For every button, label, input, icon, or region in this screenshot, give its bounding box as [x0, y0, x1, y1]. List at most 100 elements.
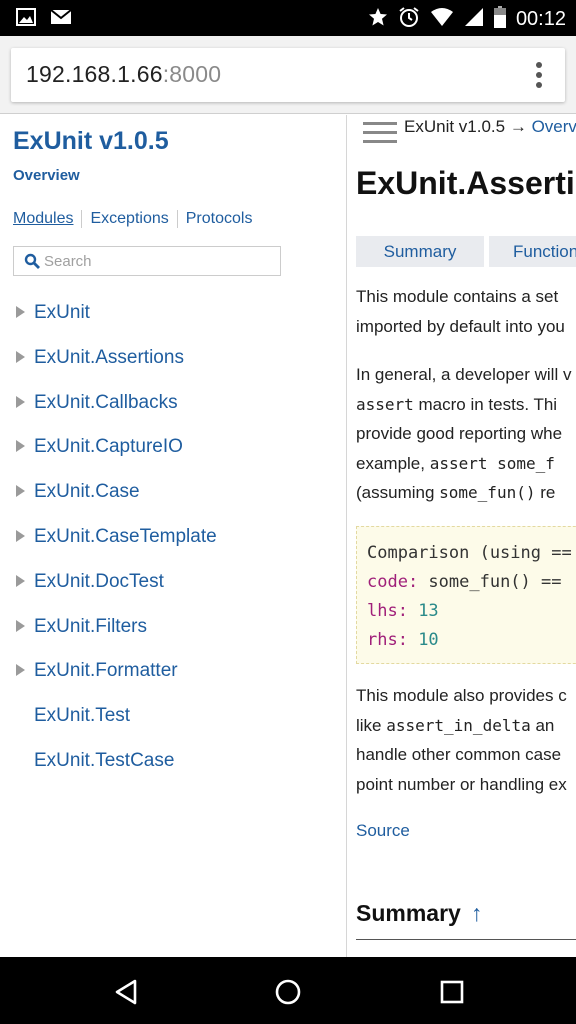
text-line: This module also provides c — [356, 686, 567, 705]
url-port: :8000 — [162, 61, 222, 87]
code-line: Comparison (using == — [367, 543, 572, 563]
system-nav-bar — [0, 957, 576, 1024]
sidebar-project-title[interactable]: ExUnit v1.0.5 — [13, 127, 169, 156]
text-line: imported by default into you — [356, 316, 565, 336]
expand-triangle-icon[interactable] — [16, 664, 25, 677]
module-link[interactable]: ExUnit.DocTest — [34, 571, 164, 593]
back-icon[interactable] — [111, 977, 141, 1007]
intro-paragraph: This module contains a set imported by d… — [356, 282, 565, 341]
module-item[interactable]: ExUnit.TestCase — [0, 741, 340, 786]
summary-heading-text: Summary — [356, 900, 461, 926]
home-icon[interactable] — [273, 977, 303, 1007]
also-provides-paragraph: This module also provides c like assert_… — [356, 681, 567, 799]
module-item[interactable]: ExUnit.Formatter — [0, 651, 340, 696]
sidebar-toggle-icon[interactable] — [363, 122, 397, 146]
more-vert-icon[interactable] — [535, 62, 543, 90]
module-item[interactable]: ExUnit.DocTest — [0, 562, 340, 607]
module-link[interactable]: ExUnit.CaptureIO — [34, 436, 183, 458]
browser-toolbar: 192.168.1.66:8000 — [0, 36, 576, 114]
code-key: code: — [367, 572, 419, 592]
main-content: ExUnit v1.0.5 → Overv ExUnit.Asserti Sum… — [348, 115, 576, 957]
module-item[interactable]: ExUnit.Callbacks — [0, 383, 340, 428]
module-item[interactable]: ExUnit.CaseTemplate — [0, 517, 340, 562]
code-value: 13 — [407, 601, 439, 621]
breadcrumb-overview-link[interactable]: Overv — [532, 117, 576, 136]
module-item[interactable]: ExUnit.Case — [0, 472, 340, 517]
module-list: ExUnit ExUnit.Assertions ExUnit.Callback… — [0, 293, 340, 786]
text-line: (assuming some_fun() re — [356, 478, 571, 508]
nav-separator — [176, 210, 178, 228]
module-link[interactable]: ExUnit.Formatter — [34, 660, 178, 682]
code-line: code: some_fun() == — [367, 568, 576, 597]
module-item[interactable]: ExUnit — [0, 293, 340, 338]
url-bar[interactable]: 192.168.1.66:8000 — [11, 48, 565, 102]
text-line: This module contains a set — [356, 287, 559, 306]
expand-triangle-icon[interactable] — [16, 529, 25, 542]
source-link[interactable]: Source — [356, 821, 410, 841]
text-line: In general, a developer will v — [356, 365, 572, 384]
module-link[interactable]: ExUnit.CaseTemplate — [34, 526, 217, 548]
module-link[interactable]: ExUnit.Callbacks — [34, 392, 178, 414]
text-line: provide good reporting whe — [356, 424, 563, 443]
search-box[interactable] — [13, 246, 281, 276]
sidebar: ExUnit v1.0.5 Overview Modules Exception… — [0, 115, 347, 957]
code-block: Comparison (using == code: some_fun() ==… — [356, 526, 576, 664]
module-link[interactable]: ExUnit.Case — [34, 481, 140, 503]
text-fragment: re — [535, 483, 556, 502]
module-item[interactable]: ExUnit.Filters — [0, 607, 340, 652]
text-fragment: (assuming — [356, 483, 440, 502]
battery-icon — [493, 6, 506, 32]
expand-triangle-icon[interactable] — [16, 485, 25, 498]
expand-triangle-icon[interactable] — [16, 574, 25, 587]
section-tabs: Summary Function — [356, 236, 576, 267]
sidebar-nav: Modules Exceptions Protocols — [13, 210, 252, 228]
url-host: 192.168.1.66 — [26, 61, 163, 87]
recents-icon[interactable] — [437, 977, 467, 1007]
inline-code: assert some_f — [429, 453, 555, 473]
back-to-top-icon[interactable]: ↑ — [471, 900, 483, 926]
code-key: rhs: — [367, 630, 408, 650]
alarm-icon — [398, 6, 420, 32]
module-item[interactable]: ExUnit.Test — [0, 696, 340, 741]
divider — [356, 939, 576, 940]
inline-code: assert — [356, 394, 414, 414]
tab-summary[interactable]: Summary — [356, 236, 484, 267]
module-item[interactable]: ExUnit.Assertions — [0, 338, 340, 383]
text-line: example, assert some_f — [356, 449, 571, 479]
tab-functions[interactable]: Function — [489, 236, 576, 267]
expand-triangle-icon[interactable] — [16, 350, 25, 363]
module-link[interactable]: ExUnit.Test — [34, 705, 130, 727]
signal-icon — [464, 7, 484, 31]
module-link[interactable]: ExUnit — [34, 302, 90, 324]
status-time: 00:12 — [515, 7, 566, 30]
nav-protocols[interactable]: Protocols — [186, 210, 253, 228]
module-link[interactable]: ExUnit.Filters — [34, 616, 147, 638]
expand-triangle-icon[interactable] — [16, 395, 25, 408]
code-value: some_fun() == — [418, 572, 562, 592]
module-item[interactable]: ExUnit.CaptureIO — [0, 427, 340, 472]
nav-exceptions[interactable]: Exceptions — [90, 210, 168, 228]
expand-triangle-icon[interactable] — [16, 619, 25, 632]
code-line: rhs: 10 — [367, 626, 576, 655]
inline-code: assert_in_delta — [386, 715, 531, 735]
breadcrumb-project: ExUnit v1.0.5 — [404, 117, 506, 136]
module-link[interactable]: ExUnit.Assertions — [34, 347, 184, 369]
expand-triangle-icon[interactable] — [16, 440, 25, 453]
code-key: lhs: — [367, 601, 408, 621]
text-line: assert macro in tests. Thi — [356, 390, 571, 420]
module-link[interactable]: ExUnit.TestCase — [34, 750, 174, 772]
breadcrumb-arrow: → — [509, 117, 527, 136]
text-line: point number or handling ex — [356, 774, 567, 794]
star-icon — [368, 7, 388, 31]
gmail-icon — [50, 8, 72, 30]
search-icon — [24, 253, 40, 273]
expand-triangle-icon[interactable] — [16, 306, 25, 318]
sidebar-overview-link[interactable]: Overview — [13, 167, 80, 184]
image-icon — [16, 8, 36, 30]
nav-separator — [81, 210, 83, 228]
nav-modules[interactable]: Modules — [13, 210, 73, 228]
url-text[interactable]: 192.168.1.66:8000 — [26, 61, 221, 88]
summary-heading: Summary ↑ — [356, 900, 482, 927]
general-paragraph: In general, a developer will v assert ma… — [356, 360, 571, 508]
search-input[interactable] — [44, 251, 274, 271]
